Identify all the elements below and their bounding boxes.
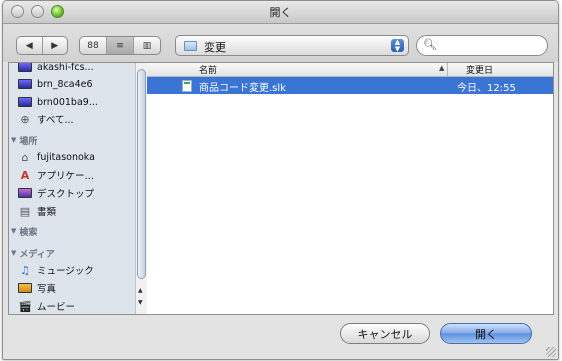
sidebar-item-photos[interactable]: 写真 [9, 280, 135, 296]
sidebar-item-label: デスクトップ [37, 189, 95, 200]
section-label: 検索 [19, 227, 38, 238]
photo-icon [18, 282, 32, 294]
file-name: 商品コード変更.slk [199, 83, 286, 94]
music-note-icon: ♫ [20, 263, 30, 277]
computer-icon [18, 63, 32, 73]
sidebar-item-all[interactable]: ⊕ すべて... [9, 111, 135, 127]
sidebar-item-home[interactable]: ⌂ fujitasonoka [9, 149, 135, 165]
scroll-down-arrow-icon[interactable]: ▼ [138, 299, 143, 306]
scrollbar-thumb[interactable] [137, 69, 146, 279]
sidebar-item-label: akashi-fcs... [37, 63, 94, 73]
sidebar-item-label: すべて... [37, 115, 74, 126]
toolbar: ◀ ▶ 88 ≡ ▥ 変更 ▲ ▼ 🔍︎ [3, 24, 558, 62]
window-title: 開く [269, 6, 292, 19]
sidebar-item-label: ミュージック [37, 266, 94, 277]
open-dialog-window: 開く ◀ ▶ 88 ≡ ▥ 変更 ▲ ▼ 🔍︎ akashi-fcs... br… [2, 0, 559, 360]
list-view-icon[interactable]: ≡ [107, 37, 134, 54]
sidebar-item-documents[interactable]: ▤ 書類 [9, 203, 135, 219]
network-globe-icon: ⊕ [20, 112, 30, 126]
sidebar-item-desktop[interactable]: デスクトップ [9, 185, 135, 201]
computer-icon [18, 78, 32, 90]
disclosure-triangle-icon: ▼ [11, 249, 17, 257]
disclosure-triangle-icon: ▼ [11, 136, 17, 144]
back-forward-control: ◀ ▶ [16, 36, 68, 55]
location-popup[interactable]: 変更 ▲ ▼ [175, 35, 409, 56]
popup-arrows-icon: ▲ ▼ [391, 39, 404, 52]
media-section-header[interactable]: ▼ メディア [9, 246, 135, 260]
file-list-header: 名前 ▲ 変更日 [147, 63, 553, 77]
section-label: 場所 [19, 136, 38, 147]
sidebar-item-device[interactable]: akashi-fcs... [9, 63, 135, 75]
computer-icon [18, 96, 32, 108]
sidebar-item-movies[interactable]: 🎬︎ ムービー [9, 298, 135, 314]
sidebar-item-label: ムービー [37, 302, 76, 313]
column-view-icon[interactable]: ▥ [134, 37, 160, 54]
sidebar-item-label: brn001ba9... [37, 96, 98, 108]
sidebar-item-music[interactable]: ♫ ミュージック [9, 262, 135, 278]
section-label: メディア [19, 249, 55, 260]
column-header-name[interactable]: 名前 [199, 63, 217, 76]
spreadsheet-file-icon [182, 80, 192, 92]
sidebar-item-label: アプリケー… [37, 171, 95, 182]
view-mode-control: 88 ≡ ▥ [79, 36, 161, 55]
sidebar-item-label: 書類 [37, 207, 57, 218]
documents-icon: ▤ [19, 204, 31, 218]
desktop-icon [18, 187, 32, 199]
sidebar-item-label: fujitasonoka [37, 151, 95, 163]
file-date: 今日、12:55 [457, 83, 516, 94]
sidebar: akashi-fcs... brn_8ca4e6 brn001ba9... ⊕ … [9, 63, 136, 314]
sidebar-item-device[interactable]: brn_8ca4e6 [9, 76, 135, 92]
folder-icon [184, 41, 197, 51]
file-row[interactable]: 商品コード変更.slk 今日、12:55 [147, 77, 553, 94]
file-list: 名前 ▲ 変更日 商品コード変更.slk 今日、12:55 [147, 63, 553, 314]
cancel-button[interactable]: キャンセル [340, 323, 430, 344]
sidebar-scrollbar[interactable]: ▲ ▼ [135, 63, 147, 314]
browser-pane: akashi-fcs... brn_8ca4e6 brn001ba9... ⊕ … [8, 62, 554, 315]
search-icon: 🔍︎ [423, 38, 437, 51]
forward-arrow-icon[interactable]: ▶ [43, 37, 68, 54]
home-icon: ⌂ [21, 150, 29, 164]
sidebar-item-label: 写真 [37, 284, 57, 295]
sort-ascending-icon: ▲ [439, 64, 445, 72]
sidebar-item-applications[interactable]: A アプリケー… [9, 167, 135, 183]
clapperboard-icon: 🎬︎ [18, 299, 32, 313]
search-section-header[interactable]: ▼ 検索 [9, 224, 135, 238]
location-label: 変更 [204, 41, 226, 54]
open-button[interactable]: 開く [440, 323, 532, 344]
disclosure-triangle-icon: ▼ [11, 227, 17, 235]
back-arrow-icon[interactable]: ◀ [17, 37, 43, 54]
applications-icon: A [20, 168, 30, 182]
places-section-header[interactable]: ▼ 場所 [9, 133, 135, 147]
scroll-up-arrow-icon[interactable]: ▲ [138, 287, 143, 294]
icon-view-icon[interactable]: 88 [80, 37, 107, 54]
sidebar-item-label: brn_8ca4e6 [37, 78, 93, 90]
title-bar[interactable]: 開く [3, 1, 558, 24]
sidebar-item-device[interactable]: brn001ba9... [9, 94, 135, 110]
column-header-date[interactable]: 変更日 [447, 63, 553, 76]
search-field[interactable]: 🔍︎ [416, 35, 548, 56]
resize-grip-icon[interactable] [546, 347, 556, 357]
